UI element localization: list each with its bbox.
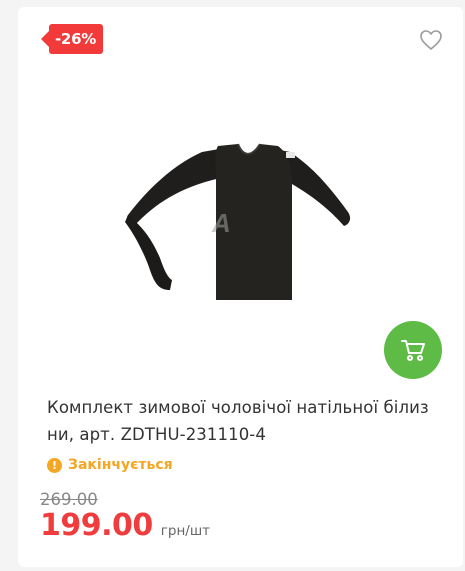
svg-text:A: A (211, 208, 231, 238)
stock-status: ! Закінчується (47, 455, 173, 475)
price-unit: грн/шт (160, 523, 211, 539)
stock-status-text: Закінчується (68, 457, 173, 473)
heart-outline-icon[interactable] (419, 29, 443, 51)
old-price: 269.00 (40, 490, 98, 509)
current-price: 199.00 (40, 508, 153, 543)
price-row: 199.00 грн/шт (40, 508, 210, 543)
exclamation-icon: ! (47, 457, 62, 473)
discount-badge: -26% (41, 24, 103, 54)
product-title[interactable]: Комплект зимової чоловічої натільної біл… (47, 394, 447, 448)
cart-icon (401, 340, 425, 361)
product-image[interactable]: A (120, 140, 360, 305)
add-to-cart-button[interactable] (384, 321, 442, 379)
